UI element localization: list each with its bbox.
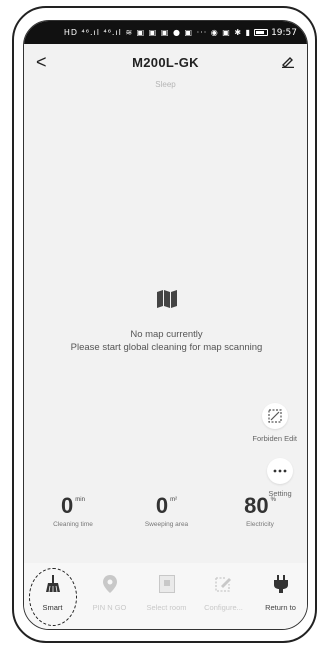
tab-select-room-label: Select room	[146, 603, 187, 612]
more-dots-icon	[267, 458, 293, 484]
app-header: < M200L-GK	[24, 44, 307, 80]
status-bar: HD ⁴⁶.ıl ⁴⁶.ıl ≋ ▣ ▣ ▣ ● ▣ ··· ◉ ▣ ✱ ▮ 1…	[24, 21, 307, 44]
no-map-instruction: Please start global cleaning for map sca…	[70, 342, 263, 353]
tab-configure-label: Configure...	[204, 603, 243, 612]
cleaning-time-value: 0	[61, 493, 74, 518]
location-pin-icon	[102, 573, 117, 595]
no-map-message: No map currently	[130, 329, 203, 340]
sweeping-area-value: 0	[155, 493, 169, 518]
app-screen: HD ⁴⁶.ıl ⁴⁶.ıl ≋ ▣ ▣ ▣ ● ▣ ··· ◉ ▣ ✱ ▮ 1…	[23, 20, 308, 630]
electricity-caption: Electricity	[246, 521, 274, 528]
tab-configure[interactable]: Configure...	[196, 573, 252, 612]
edit-area-icon	[214, 573, 233, 595]
stat-electricity: 80 % Electricity	[217, 493, 303, 529]
tab-pin-n-go[interactable]: PIN N GO	[82, 573, 138, 612]
cleaning-time-unit: min	[75, 497, 85, 503]
room-icon	[158, 573, 175, 595]
tab-return-to[interactable]: Return to	[253, 573, 308, 612]
tab-return-to-label: Return to	[265, 603, 296, 612]
setting-button[interactable]: Setting	[267, 458, 293, 498]
sweeping-area-caption: Sweeping area	[144, 521, 189, 528]
bottom-mode-bar: Smart PIN N GO Select room Configure... …	[24, 563, 308, 629]
stat-cleaning-time: 0 min Cleaning time	[30, 493, 116, 529]
electricity-unit: %	[270, 497, 276, 503]
back-button[interactable]: <	[36, 52, 56, 73]
stats-row: 0 min Cleaning time 0 m² Sweeping area 8…	[24, 493, 307, 529]
forbidden-zone-icon	[261, 403, 288, 429]
clock: 19:57	[271, 27, 297, 38]
tab-select-room[interactable]: Select room	[139, 573, 195, 612]
status-icons: HD ⁴⁶.ıl ⁴⁶.ıl ≋ ▣ ▣ ▣ ● ▣ ··· ◉ ▣ ✱ ▮	[63, 28, 252, 37]
edit-name-button[interactable]	[275, 56, 295, 68]
map-icon	[156, 289, 178, 314]
sweeping-area-unit: m²	[170, 497, 178, 503]
tab-pin-n-go-label: PIN N GO	[92, 603, 127, 612]
cleaning-time-caption: Cleaning time	[53, 521, 93, 528]
battery-icon	[254, 29, 269, 36]
map-area: No map currently Please start global cle…	[24, 289, 307, 354]
electricity-value: 80	[244, 493, 269, 518]
forbidden-edit-button[interactable]: Forbiden Edit	[252, 403, 297, 443]
stat-sweeping-area: 0 m² Sweeping area	[124, 493, 210, 529]
device-title: M200L-GK	[132, 54, 199, 70]
plug-icon	[273, 573, 288, 595]
forbidden-edit-label: Forbiden Edit	[252, 434, 297, 443]
device-status: Sleep	[155, 80, 176, 89]
pencil-icon	[281, 57, 294, 68]
selection-highlight	[29, 568, 77, 626]
